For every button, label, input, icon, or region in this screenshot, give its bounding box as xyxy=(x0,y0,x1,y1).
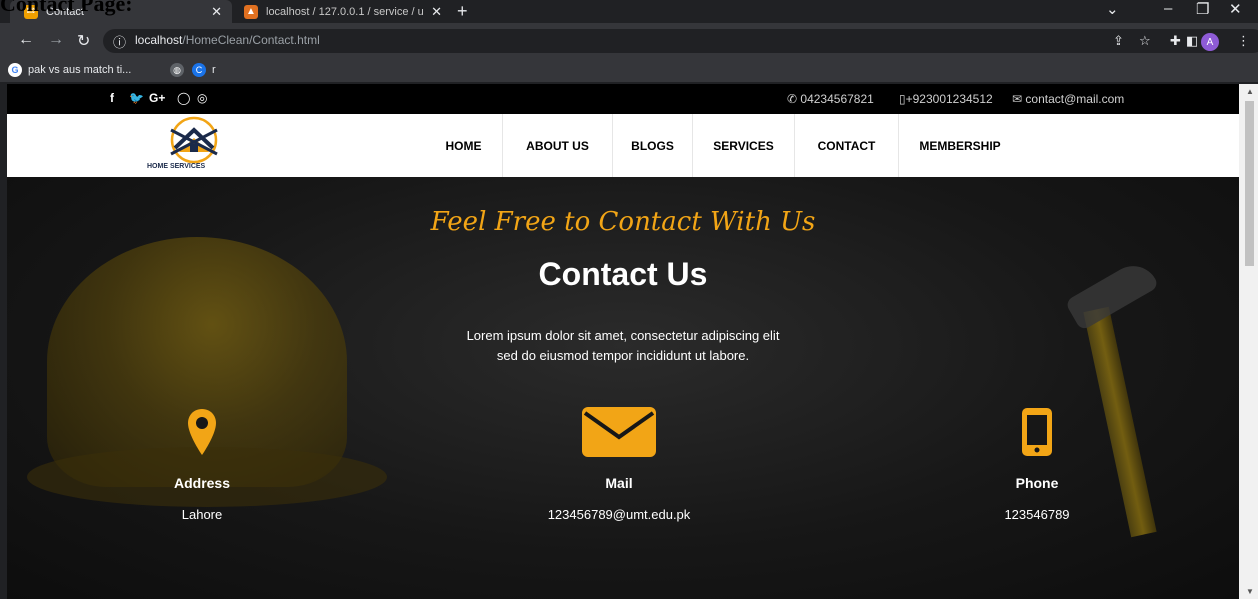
twitter-icon[interactable]: 🐦 xyxy=(129,91,144,105)
nav-about-us[interactable]: ABOUT US xyxy=(503,114,613,177)
phone-icon xyxy=(927,402,1147,462)
overlay-heading: Contact Page: xyxy=(0,0,133,16)
scroll-up-icon[interactable]: ▲ xyxy=(1246,87,1254,96)
close-tab-icon[interactable]: ✕ xyxy=(431,4,442,20)
hero-script-title: Feel Free to Contact With Us xyxy=(430,207,816,237)
scrollbar-thumb[interactable] xyxy=(1245,101,1254,266)
extensions-icon[interactable]: ✚ xyxy=(1170,33,1181,49)
address-label: Address xyxy=(173,475,231,491)
whatsapp-icon[interactable]: ◯ xyxy=(177,91,190,105)
tab-strip: ✉ Contact ✕ ▲ localhost / 127.0.0.1 / se… xyxy=(0,0,1258,23)
tab-search-icon[interactable]: ⌄ xyxy=(1106,0,1119,18)
topbar-email[interactable]: ✉ contact@mail.com xyxy=(1012,92,1124,106)
back-icon[interactable]: ← xyxy=(18,31,34,49)
url-path: /HomeClean/Contact.html xyxy=(182,33,320,47)
nav-blogs[interactable]: BLOGS xyxy=(613,114,693,177)
phone-value: 123546789 xyxy=(1004,507,1070,522)
minimize-icon[interactable]: – xyxy=(1164,0,1172,17)
forward-icon[interactable]: → xyxy=(48,31,64,49)
facebook-icon[interactable]: f xyxy=(110,91,114,105)
tab-phpmyadmin[interactable]: ▲ localhost / 127.0.0.1 / service / u ✕ xyxy=(240,0,452,23)
bookmark-item[interactable]: G pak vs aus match ti... xyxy=(8,63,131,77)
phone-icon: ✆ xyxy=(787,92,798,106)
tab-label: localhost / 127.0.0.1 / service / u xyxy=(266,5,424,18)
site-topbar: f 🐦 G+ ◯ ◎ ✆ 04234567821 ▯+923001234512 … xyxy=(7,84,1239,114)
mobile-icon: ▯ xyxy=(899,92,906,106)
bookmark-item[interactable]: ◍ xyxy=(170,63,190,77)
browser-menu-icon[interactable]: ⋮ xyxy=(1237,33,1250,49)
hero-description: Lorem ipsum dolor sit amet, consectetur … xyxy=(7,326,1239,366)
close-tab-icon[interactable]: ✕ xyxy=(211,4,222,20)
restore-icon[interactable]: ❐ xyxy=(1196,0,1209,18)
nav-home[interactable]: HOME xyxy=(425,114,503,177)
new-tab-icon[interactable]: + xyxy=(457,1,468,22)
google-icon: G xyxy=(8,63,22,77)
envelope-icon: ✉ xyxy=(1012,92,1023,106)
phpmyadmin-favicon-icon: ▲ xyxy=(244,4,258,19)
close-window-icon[interactable]: ✕ xyxy=(1229,0,1242,18)
bookmark-label: pak vs aus match ti... xyxy=(28,64,132,76)
logo-text: HOME SERVICES xyxy=(147,163,206,170)
c-logo-icon: C xyxy=(192,63,206,77)
bookmark-item[interactable]: C r xyxy=(192,63,216,77)
email-text: contact@mail.com xyxy=(1025,92,1125,106)
web-page: f 🐦 G+ ◯ ◎ ✆ 04234567821 ▯+923001234512 … xyxy=(7,84,1239,599)
share-icon[interactable]: ⇪ xyxy=(1113,33,1124,49)
hero-desc-line1: Lorem ipsum dolor sit amet, consectetur … xyxy=(466,328,780,343)
url-text: localhost/HomeClean/Contact.html xyxy=(135,33,320,47)
hero-title: Contact Us xyxy=(538,256,708,292)
mail-label: Mail xyxy=(605,475,633,491)
mail-value[interactable]: 123456789@umt.edu.pk xyxy=(509,507,729,522)
info-address: Address Lahore xyxy=(92,402,312,522)
globe-icon: ◍ xyxy=(170,63,184,77)
info-phone: Phone 123546789 xyxy=(927,402,1147,522)
phone-label: Phone xyxy=(1015,475,1059,491)
bookmark-label: r xyxy=(212,64,216,76)
instagram-icon[interactable]: ◎ xyxy=(197,91,207,105)
info-mail: Mail 123456789@umt.edu.pk xyxy=(509,402,729,522)
bookmarks-bar: G pak vs aus match ti... ◍ C r xyxy=(0,59,1258,83)
bookmark-star-icon[interactable]: ☆ xyxy=(1139,33,1151,49)
topbar-phone2: ▯+923001234512 xyxy=(899,92,993,106)
browser-window: Contact Page: ✉ Contact ✕ ▲ localhost / … xyxy=(0,0,1258,599)
phone1-text: 04234567821 xyxy=(800,92,874,106)
nav-membership[interactable]: MEMBERSHIP xyxy=(899,114,1021,177)
google-plus-icon[interactable]: G+ xyxy=(149,91,165,105)
mail-icon xyxy=(509,402,729,462)
address-value: Lahore xyxy=(181,507,223,522)
nav-services[interactable]: SERVICES xyxy=(693,114,795,177)
site-info-icon[interactable]: ⓘ xyxy=(113,32,126,51)
reload-icon[interactable]: ↻ xyxy=(77,31,90,51)
location-pin-icon xyxy=(92,402,312,462)
scroll-down-icon[interactable]: ▼ xyxy=(1246,587,1254,596)
contact-hero: Feel Free to Contact With Us Contact Us … xyxy=(7,177,1239,599)
nav-contact[interactable]: CONTACT xyxy=(795,114,899,177)
topbar-phone1: ✆ 04234567821 xyxy=(787,92,874,106)
profile-avatar[interactable]: A xyxy=(1201,33,1219,51)
side-panel-icon[interactable]: ◧ xyxy=(1186,33,1198,49)
url-host: localhost xyxy=(135,33,183,47)
site-navbar: HOME SERVICES HOME ABOUT US BLOGS SERVIC… xyxy=(7,114,1239,177)
hero-desc-line2: sed do eiusmod tempor incididunt ut labo… xyxy=(496,348,750,363)
phone2-text: +923001234512 xyxy=(905,92,993,106)
